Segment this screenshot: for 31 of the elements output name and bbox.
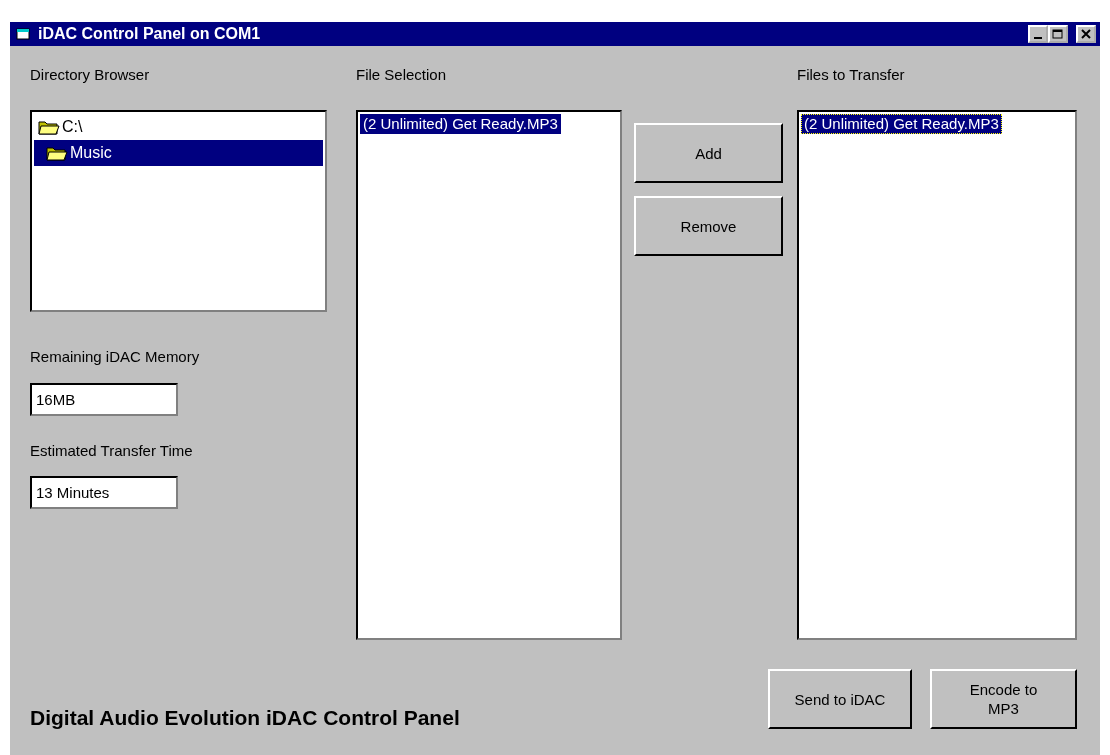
close-icon	[1081, 29, 1091, 39]
section-label: File Selection	[356, 66, 447, 85]
folder-icon	[38, 119, 60, 135]
list-item[interactable]: (2 Unlimited) Get Ready.MP3	[360, 114, 561, 134]
field-label: Remaining iDAC Memory	[30, 348, 200, 367]
folder-icon	[46, 145, 68, 161]
maximize-icon	[1052, 28, 1064, 40]
close-button[interactable]	[1076, 25, 1096, 43]
tree-item[interactable]: Music	[34, 140, 323, 166]
app-icon	[16, 27, 32, 41]
memory-field[interactable]: 16MB	[30, 383, 178, 416]
directory-tree[interactable]: C:\ Music	[30, 110, 327, 312]
transfer-time-field[interactable]: 13 Minutes	[30, 476, 178, 509]
minimize-icon	[1034, 36, 1042, 39]
window-title: iDAC Control Panel on COM1	[38, 25, 262, 43]
field-label: Estimated Transfer Time	[30, 442, 193, 461]
folder-name: Music	[70, 144, 112, 162]
list-item[interactable]: (2 Unlimited) Get Ready.MP3	[801, 114, 1002, 134]
file-selection-list[interactable]: (2 Unlimited) Get Ready.MP3	[356, 110, 622, 640]
add-button[interactable]: Add	[634, 123, 783, 183]
send-button[interactable]: Send to iDAC	[768, 669, 912, 729]
maximize-button[interactable]	[1048, 25, 1068, 43]
transfer-list[interactable]: (2 Unlimited) Get Ready.MP3	[797, 110, 1077, 640]
minimize-button[interactable]	[1028, 25, 1048, 43]
app-heading: Digital Audio Evolution iDAC Control Panel	[30, 705, 461, 730]
section-label: Directory Browser	[30, 66, 150, 85]
tree-item[interactable]: C:\	[34, 114, 323, 140]
remove-button[interactable]: Remove	[634, 196, 783, 256]
folder-name: C:\	[62, 118, 83, 136]
section-label: Files to Transfer	[797, 66, 905, 85]
encode-button[interactable]: Encode to MP3	[930, 669, 1077, 729]
